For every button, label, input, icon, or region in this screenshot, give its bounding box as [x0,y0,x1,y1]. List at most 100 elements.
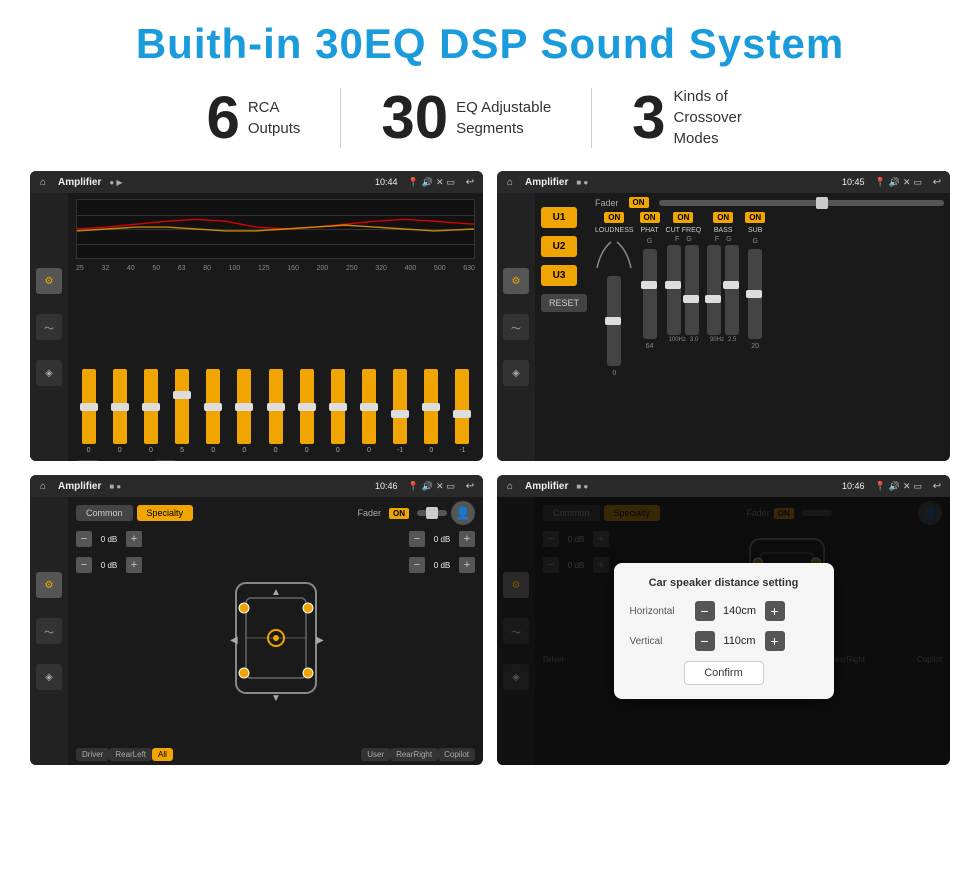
label-rearleft[interactable]: RearLeft [109,748,152,761]
slider-track-10[interactable] [362,369,376,444]
app-name-eq: Amplifier [58,177,101,188]
slider-thumb-6[interactable] [235,403,253,411]
label-all[interactable]: All [152,748,173,761]
fader-thumb-3[interactable] [426,507,438,519]
slider-track-1[interactable] [82,369,96,444]
crossover-reset[interactable]: RESET [541,294,587,312]
slider-thumb-2[interactable] [111,403,129,411]
cutfreq-thumb-f[interactable] [665,281,681,289]
slider-thumb-9[interactable] [329,403,347,411]
fader-slider[interactable] [659,200,944,206]
back-icon[interactable]: ↩ [463,175,477,189]
bass-track-g[interactable] [725,245,739,335]
vertical-minus[interactable]: − [695,631,715,651]
preset-u3[interactable]: U3 [541,265,577,286]
wave-icon[interactable]: 〜 [36,314,62,340]
db-minus-bl[interactable]: − [76,557,92,573]
slider-thumb-1[interactable] [80,403,98,411]
db-plus-tr[interactable]: + [459,531,475,547]
horizontal-label: Horizontal [630,606,695,617]
speaker-layout-icon[interactable]: ◈ [36,360,62,386]
slider-track-5[interactable] [206,369,220,444]
slider-track-8[interactable] [300,369,314,444]
slider-thumb-10[interactable] [360,403,378,411]
sub-track[interactable] [748,249,762,339]
label-rearright[interactable]: RearRight [390,748,438,761]
eq-icon-3[interactable]: ⚙ [36,572,62,598]
slider-thumb-13[interactable] [453,410,471,418]
slider-thumb-7[interactable] [267,403,285,411]
spacer-2 [173,748,361,761]
db-plus-tl[interactable]: + [126,531,142,547]
confirm-button[interactable]: Confirm [684,661,764,685]
wave-icon-2[interactable]: 〜 [503,314,529,340]
eq-icon[interactable]: ⚙ [36,268,62,294]
fader-label: Fader [595,198,619,208]
slider-track-3[interactable] [144,369,158,444]
preset-u2[interactable]: U2 [541,236,577,257]
horizontal-minus[interactable]: − [695,601,715,621]
label-driver[interactable]: Driver [76,748,109,761]
home-icon-2[interactable]: ⌂ [503,175,517,189]
phat-thumb[interactable] [641,281,657,289]
label-user[interactable]: User [361,748,390,761]
slider-thumb-11[interactable] [391,410,409,418]
cutfreq-track-g[interactable] [685,245,699,335]
preset-u1[interactable]: U1 [541,207,577,228]
loudness-track[interactable] [607,276,621,366]
db-minus-br[interactable]: − [409,557,425,573]
main-title: Buith-in 30EQ DSP Sound System [30,20,950,68]
home-icon-4[interactable]: ⌂ [503,479,517,493]
slider-track-13[interactable] [455,369,469,444]
speaker-icon-3[interactable]: ◈ [503,360,529,386]
back-icon-3[interactable]: ↩ [463,479,477,493]
cutfreq-thumb-g[interactable] [683,295,699,303]
db-plus-bl[interactable]: + [126,557,142,573]
loudness-thumb[interactable] [605,317,621,325]
tab-specialty[interactable]: Specialty [137,505,194,521]
speaker-icon-5[interactable]: ◈ [36,664,62,690]
db-plus-br[interactable]: + [459,557,475,573]
db-minus-tr[interactable]: − [409,531,425,547]
slider-track-7[interactable] [269,369,283,444]
profile-icon[interactable]: 👤 [451,501,475,525]
bass-track-f[interactable] [707,245,721,335]
slider-track-4[interactable] [175,369,189,444]
slider-track-6[interactable] [237,369,251,444]
location-icon-4: 📍 [875,481,886,492]
tab-common[interactable]: Common [76,505,133,521]
db-minus-tl[interactable]: − [76,531,92,547]
label-copilot[interactable]: Copilot [438,748,475,761]
dialog-overlay: Car speaker distance setting Horizontal … [497,497,950,765]
back-icon-4[interactable]: ↩ [930,479,944,493]
slider-val-10: 0 [367,447,371,454]
vertical-plus[interactable]: + [765,631,785,651]
phat-track[interactable] [643,249,657,339]
slider-thumb-8[interactable] [298,403,316,411]
slider-thumb-4[interactable] [173,391,191,399]
sub-thumb[interactable] [746,290,762,298]
fader-track-3[interactable] [417,510,447,516]
slider-thumb-12[interactable] [422,403,440,411]
home-icon-3[interactable]: ⌂ [36,479,50,493]
cutfreq-track-f[interactable] [667,245,681,335]
speaker-icon-4: 🔊 [422,481,433,492]
slider-thumb-3[interactable] [142,403,160,411]
freq-320: 320 [375,265,387,272]
bass-thumb-g[interactable] [723,281,739,289]
slider-track-12[interactable] [424,369,438,444]
slider-track-2[interactable] [113,369,127,444]
back-icon-2[interactable]: ↩ [930,175,944,189]
slider-track-9[interactable] [331,369,345,444]
slider-track-11[interactable] [393,369,407,444]
bass-thumb-f[interactable] [705,295,721,303]
wave-icon-3[interactable]: 〜 [36,618,62,644]
eq-icon-2[interactable]: ⚙ [503,268,529,294]
custom-button[interactable]: Custom [103,461,150,462]
home-icon[interactable]: ⌂ [36,175,50,189]
play-button[interactable]: ▶ [154,460,177,461]
horizontal-plus[interactable]: + [765,601,785,621]
prev-button[interactable]: ◀ [76,460,99,461]
slider-thumb-5[interactable] [204,403,222,411]
loudness-svg-1 [595,240,613,270]
